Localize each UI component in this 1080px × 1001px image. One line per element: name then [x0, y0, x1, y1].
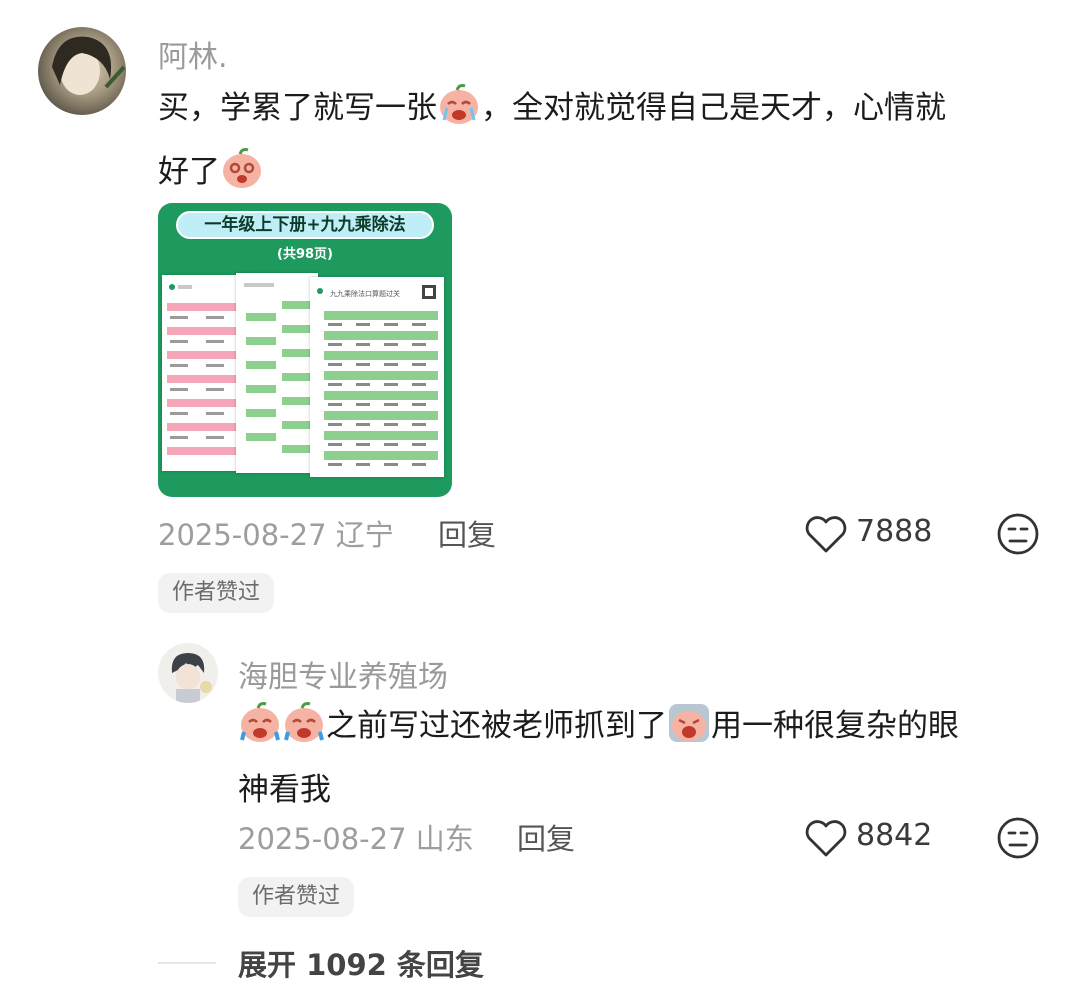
expand-divider [158, 962, 216, 964]
author-liked-badge: 作者赞过 [158, 573, 275, 613]
sly-face-icon [220, 146, 264, 208]
commenter-username[interactable]: 阿林. [158, 32, 228, 76]
comment-meta: 2025-08-27 辽宁 [158, 512, 394, 554]
comment-like-count: 7888 [856, 514, 933, 549]
scared-face-icon [667, 700, 711, 762]
reply-meta: 2025-08-27 山东 [238, 816, 474, 858]
comment-date: 2025-08-27 [158, 518, 327, 552]
crying-face-icon [437, 82, 481, 144]
worksheet-image[interactable]: 一年级上下册+九九乘除法 (共98页) 九九乘除法口算题过关 [158, 203, 452, 497]
reply-text-part1: 之前写过还被老师抓到了 [326, 708, 667, 744]
reply-reply-button[interactable]: 回复 [517, 816, 575, 858]
heart-outline-icon [804, 818, 848, 862]
crying-face-icon [238, 700, 282, 762]
meh-face-icon [996, 817, 1040, 864]
expand-replies-button[interactable]: 展开 1092 条回复 [238, 942, 484, 984]
worksheet-page-3-title: 九九乘除法口算题过关 [330, 290, 400, 298]
reply-location: 山东 [415, 822, 474, 856]
worksheet-rows-main [317, 285, 438, 466]
image-title-pill: 一年级上下册+九九乘除法 [176, 211, 434, 239]
heart-outline-icon [804, 514, 848, 558]
comment-text-part2: ，全对就觉得自己是天才，心情就 [481, 90, 946, 126]
comment-text: 买，学累了就写一张 ，全对就觉得自己是天才，心情就 好了 [158, 80, 1038, 208]
comment-text-line2: 好了 [158, 154, 220, 190]
reply-dislike-button[interactable] [996, 816, 1040, 864]
avatar-figure [52, 36, 126, 95]
replier-avatar-figure [171, 653, 212, 703]
replier-avatar[interactable] [158, 643, 218, 703]
image-title: 一年级上下册+九九乘除法 [204, 215, 406, 235]
meh-face-icon [996, 513, 1040, 560]
reply-date: 2025-08-27 [238, 822, 407, 856]
reply-author-liked-badge: 作者赞过 [238, 877, 355, 917]
image-subtitle: (共98页) [277, 247, 333, 262]
comment-location: 辽宁 [335, 518, 394, 552]
comment-reply-button[interactable]: 回复 [438, 512, 496, 554]
worksheet-rows-green [244, 283, 312, 453]
crying-face-icon [282, 700, 326, 762]
replier-username[interactable]: 海胆专业养殖场 [238, 652, 448, 696]
reply-text: 之前写过还被老师抓到了 用一种很复杂的眼 神看我 [238, 698, 1038, 818]
commenter-avatar[interactable] [38, 27, 126, 115]
comment-text-part1: 买，学累了就写一张 [158, 90, 437, 126]
reply-text-line2: 神看我 [238, 772, 331, 808]
worksheet-page-3: 九九乘除法口算题过关 [310, 277, 444, 477]
worksheet-page-2 [236, 273, 318, 473]
comment-dislike-button[interactable] [996, 512, 1040, 560]
reply-text-part2: 用一种很复杂的眼 [711, 708, 959, 744]
reply-like-count: 8842 [856, 818, 933, 853]
